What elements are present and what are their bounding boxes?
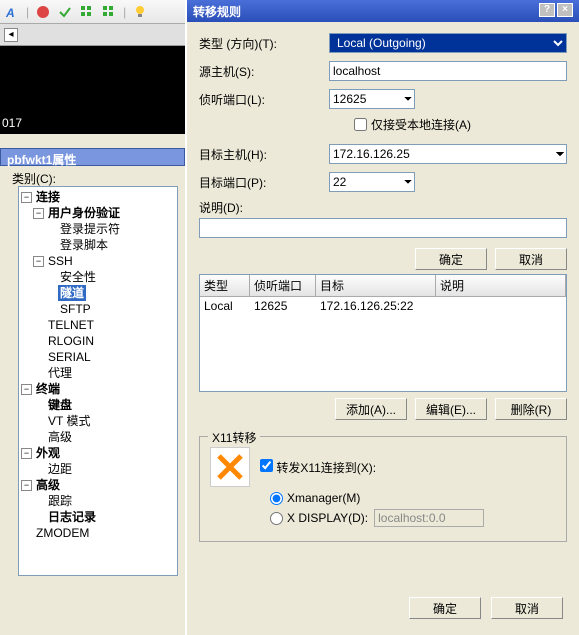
tree-telnet[interactable]: TELNET [46, 317, 96, 333]
target-host-select[interactable]: 172.16.126.25 [329, 144, 567, 164]
type-select[interactable]: Local (Outgoing) [329, 33, 567, 53]
forwarding-rules-dialog: 转移规则 ? × 类型 (方向)(T): Local (Outgoing) 源主… [185, 0, 579, 635]
tree-proxy[interactable]: 代理 [46, 365, 74, 381]
forward-x11-checkbox[interactable] [260, 459, 273, 472]
add-button[interactable]: 添加(A)... [335, 398, 407, 420]
grid-icon[interactable] [79, 4, 95, 20]
terminal-preview: 017 [0, 46, 185, 134]
tree-sftp[interactable]: SFTP [58, 301, 93, 317]
table-header: 类型 侦听端口 目标 说明 [200, 275, 566, 297]
target-port-label: 目标端口(P): [199, 174, 329, 191]
tree-rlogin[interactable]: RLOGIN [46, 333, 96, 349]
tree-logging[interactable]: 日志记录 [46, 509, 98, 525]
tree-advanced[interactable]: 高级 [46, 429, 74, 445]
xdisplay-radio[interactable] [270, 512, 283, 525]
forward-x11-label: 转发X11连接到(X): [276, 461, 376, 475]
xmanager-label: Xmanager(M) [287, 491, 360, 505]
rules-table[interactable]: 类型 侦听端口 目标 说明 Local 12625 172.16.126.25:… [199, 274, 567, 392]
only-local-label: 仅接受本地连接(A) [371, 116, 471, 133]
close-button[interactable]: × [557, 3, 573, 17]
tree-toggle[interactable]: − [21, 480, 32, 491]
x11-groupbox: X11转移 转发X11连接到(X): Xmanager(M) X DISPLAY… [199, 436, 567, 542]
xdisplay-input [374, 509, 484, 527]
col-desc[interactable]: 说明 [436, 275, 566, 296]
tree-security[interactable]: 安全性 [58, 269, 98, 285]
tree-zmodem[interactable]: ZMODEM [34, 525, 91, 541]
ok-button[interactable]: 确定 [415, 248, 487, 270]
xdisplay-label: X DISPLAY(D): [287, 511, 368, 525]
tree-toggle[interactable]: − [33, 256, 44, 267]
tree-trace[interactable]: 跟踪 [46, 493, 74, 509]
tree-appearance[interactable]: 外观 [34, 445, 62, 461]
description-input[interactable] [199, 218, 567, 238]
category-label: 类别(C): [12, 170, 56, 187]
col-type[interactable]: 类型 [200, 275, 250, 296]
listen-port-select[interactable]: 12625 [329, 89, 415, 109]
tree-login-prompt[interactable]: 登录提示符 [58, 221, 122, 237]
xmanager-radio[interactable] [270, 492, 283, 505]
tree-margins[interactable]: 边距 [46, 461, 74, 477]
tree-adv[interactable]: 高级 [34, 477, 62, 493]
tree-ssh[interactable]: SSH [46, 253, 75, 269]
only-local-checkbox[interactable] [354, 118, 367, 131]
tree-toggle[interactable]: − [21, 448, 32, 459]
delete-button[interactable]: 删除(R) [495, 398, 567, 420]
tree-keyboard[interactable]: 键盘 [46, 397, 74, 413]
tree-toggle[interactable]: − [21, 192, 32, 203]
tree-connection[interactable]: 连接 [34, 189, 62, 205]
col-port[interactable]: 侦听端口 [250, 275, 316, 296]
tree-tunnel[interactable]: 隧道 [58, 285, 86, 301]
source-host-input[interactable] [329, 61, 567, 81]
check-icon[interactable] [57, 4, 73, 20]
toolbar-sep: | [26, 5, 29, 19]
type-label: 类型 (方向)(T): [199, 35, 329, 52]
tree-user-auth[interactable]: 用户身份验证 [46, 205, 122, 221]
bulb-icon[interactable] [132, 4, 148, 20]
table-row[interactable]: Local 12625 172.16.126.25:22 [200, 297, 566, 315]
tab-close[interactable]: ◂ [4, 28, 18, 42]
svg-text:A: A [5, 6, 15, 20]
cancel-button[interactable]: 取消 [495, 248, 567, 270]
tree-toggle[interactable]: − [21, 384, 32, 395]
tree-vt-mode[interactable]: VT 模式 [46, 413, 92, 429]
listen-port-label: 侦听端口(L): [199, 91, 329, 108]
tree-terminal[interactable]: 终端 [34, 381, 62, 397]
target-host-label: 目标主机(H): [199, 146, 329, 163]
col-target[interactable]: 目标 [316, 275, 436, 296]
tree-login-script[interactable]: 登录脚本 [58, 237, 110, 253]
dialog-titlebar: 转移规则 ? × [187, 0, 579, 22]
help-button[interactable]: ? [539, 3, 555, 17]
x11-icon [210, 447, 250, 487]
app-icon[interactable]: A [4, 4, 20, 20]
edit-button[interactable]: 编辑(E)... [415, 398, 487, 420]
disk-icon[interactable] [35, 4, 51, 20]
dialog-title: 转移规则 [193, 3, 241, 19]
target-port-select[interactable]: 22 [329, 172, 415, 192]
x11-title: X11转移 [208, 429, 260, 446]
grid2-icon[interactable] [101, 4, 117, 20]
source-label: 源主机(S): [199, 63, 329, 80]
dialog-cancel-button[interactable]: 取消 [491, 597, 563, 619]
dialog-ok-button[interactable]: 确定 [409, 597, 481, 619]
properties-titlebar: pbfwkt1属性 [0, 148, 185, 166]
description-label: 说明(D): [199, 201, 243, 215]
tree-toggle[interactable]: − [33, 208, 44, 219]
tree-serial[interactable]: SERIAL [46, 349, 93, 365]
category-tree[interactable]: −连接 −用户身份验证 登录提示符 登录脚本 −SSH 安全性 隧道 SFTP … [18, 186, 178, 576]
